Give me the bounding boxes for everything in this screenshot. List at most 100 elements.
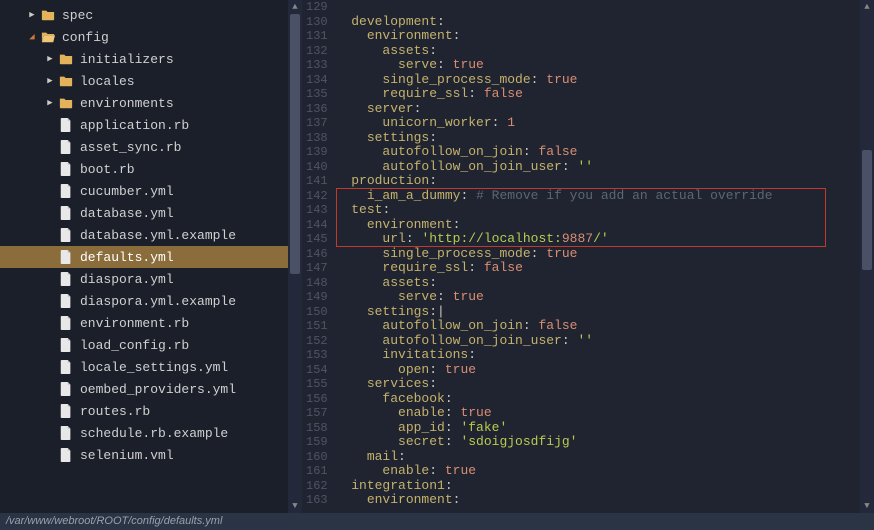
editor-scrollbar[interactable]: ▲ ▼ — [860, 0, 874, 513]
code-line[interactable]: i_am_a_dummy: # Remove if you add an act… — [336, 189, 874, 204]
tree-folder[interactable]: ▶ initializers — [0, 48, 302, 70]
chevron-right-icon[interactable]: ▶ — [44, 54, 56, 64]
scroll-down-arrow[interactable]: ▼ — [860, 499, 874, 513]
code-line[interactable]: serve: true — [336, 58, 874, 73]
code-line[interactable]: settings: — [336, 131, 874, 146]
line-number: 159 — [306, 435, 328, 450]
line-number: 145 — [306, 232, 328, 247]
tree-file[interactable]: database.yml.example — [0, 224, 302, 246]
tree-item-label: initializers — [80, 52, 174, 67]
code-line[interactable]: server: — [336, 102, 874, 117]
sidebar-scrollbar[interactable]: ▲ ▼ — [288, 0, 302, 513]
code-line[interactable]: autofollow_on_join_user: '' — [336, 334, 874, 349]
code-line[interactable]: integration1: — [336, 479, 874, 494]
tree-item-label: database.yml.example — [80, 228, 236, 243]
scroll-up-arrow[interactable]: ▲ — [860, 0, 874, 14]
line-number: 130 — [306, 15, 328, 30]
code-line[interactable]: require_ssl: false — [336, 87, 874, 102]
folder-icon — [58, 74, 74, 88]
tree-file[interactable]: diaspora.yml.example — [0, 290, 302, 312]
folder-icon — [40, 8, 56, 22]
code-line[interactable]: test: — [336, 203, 874, 218]
line-number: 136 — [306, 102, 328, 117]
tree-file[interactable]: boot.rb — [0, 158, 302, 180]
tree-file[interactable]: routes.rb — [0, 400, 302, 422]
sidebar-scrollbar-thumb[interactable] — [290, 14, 300, 274]
chevron-right-icon[interactable]: ▶ — [26, 10, 38, 20]
code-line[interactable]: environment: — [336, 493, 874, 508]
tree-file[interactable]: load_config.rb — [0, 334, 302, 356]
code-line[interactable]: unicorn_worker: 1 — [336, 116, 874, 131]
code-line[interactable]: url: 'http://localhost:9887/' — [336, 232, 874, 247]
code-line[interactable]: single_process_mode: true — [336, 247, 874, 262]
tree-folder[interactable]: ▶spec — [0, 4, 302, 26]
code-line[interactable]: assets: — [336, 44, 874, 59]
tree-file[interactable]: cucumber.yml — [0, 180, 302, 202]
line-number: 140 — [306, 160, 328, 175]
code-editor[interactable]: 1291301311321331341351361371381391401411… — [302, 0, 874, 513]
code-line[interactable]: production: — [336, 174, 874, 189]
code-line[interactable]: enable: true — [336, 406, 874, 421]
chevron-down-icon[interactable]: ◢ — [26, 32, 38, 42]
tree-folder[interactable]: ◢ config — [0, 26, 302, 48]
line-number: 135 — [306, 87, 328, 102]
tree-file[interactable]: environment.rb — [0, 312, 302, 334]
line-number: 152 — [306, 334, 328, 349]
code-line[interactable]: require_ssl: false — [336, 261, 874, 276]
tree-file[interactable]: locale_settings.yml — [0, 356, 302, 378]
code-line[interactable]: invitations: — [336, 348, 874, 363]
tree-file[interactable]: schedule.rb.example — [0, 422, 302, 444]
code-line[interactable]: settings:| — [336, 305, 874, 320]
code-content[interactable]: development: environment: assets: serve:… — [336, 0, 874, 513]
tree-item-label: defaults.yml — [80, 250, 174, 265]
code-line[interactable]: enable: true — [336, 464, 874, 479]
code-line[interactable]: environment: — [336, 29, 874, 44]
chevron-right-icon[interactable]: ▶ — [44, 98, 56, 108]
tree-item-label: application.rb — [80, 118, 189, 133]
tree-file[interactable]: database.yml — [0, 202, 302, 224]
editor-scrollbar-thumb[interactable] — [862, 150, 872, 270]
file-tree[interactable]: ▶spec◢config▶initializers▶locales▶enviro… — [0, 0, 302, 470]
tree-folder[interactable]: ▶environments — [0, 92, 302, 114]
tree-folder[interactable]: ▶locales — [0, 70, 302, 92]
code-line[interactable]: assets: — [336, 276, 874, 291]
code-line[interactable]: autofollow_on_join_user: '' — [336, 160, 874, 175]
tree-file[interactable]: diaspora.yml — [0, 268, 302, 290]
code-line[interactable]: app_id: 'fake' — [336, 421, 874, 436]
code-line[interactable]: development: — [336, 15, 874, 30]
line-number: 156 — [306, 392, 328, 407]
code-line[interactable]: secret: 'sdoigjosdfijg' — [336, 435, 874, 450]
tree-file[interactable]: oembed_providers.yml — [0, 378, 302, 400]
file-tree-sidebar[interactable]: ▶spec◢config▶initializers▶locales▶enviro… — [0, 0, 302, 513]
line-number: 132 — [306, 44, 328, 59]
code-line[interactable]: serve: true — [336, 290, 874, 305]
line-number: 129 — [306, 0, 328, 15]
line-number: 137 — [306, 116, 328, 131]
tree-item-label: asset_sync.rb — [80, 140, 181, 155]
code-line[interactable]: mail: — [336, 450, 874, 465]
line-number: 151 — [306, 319, 328, 334]
scroll-up-arrow[interactable]: ▲ — [288, 0, 302, 14]
code-line[interactable]: autofollow_on_join: false — [336, 145, 874, 160]
tree-file[interactable]: asset_sync.rb — [0, 136, 302, 158]
code-line[interactable]: autofollow_on_join: false — [336, 319, 874, 334]
file-icon — [58, 162, 74, 176]
file-icon — [58, 338, 74, 352]
tree-item-label: config — [62, 30, 109, 45]
code-line[interactable]: open: true — [336, 363, 874, 378]
line-number: 148 — [306, 276, 328, 291]
tree-file[interactable]: application.rb — [0, 114, 302, 136]
code-line[interactable] — [336, 0, 874, 15]
code-line[interactable]: single_process_mode: true — [336, 73, 874, 88]
code-line[interactable]: services: — [336, 377, 874, 392]
tree-item-label: cucumber.yml — [80, 184, 174, 199]
code-line[interactable]: environment: — [336, 218, 874, 233]
code-line[interactable]: facebook: — [336, 392, 874, 407]
scroll-down-arrow[interactable]: ▼ — [288, 499, 302, 513]
tree-file[interactable]: selenium.vml — [0, 444, 302, 466]
status-path: /var/www/webroot/ROOT/config/defaults.ym… — [6, 515, 222, 527]
line-number: 158 — [306, 421, 328, 436]
tree-file[interactable]: defaults.yml — [0, 246, 302, 268]
chevron-right-icon[interactable]: ▶ — [44, 76, 56, 86]
tree-item-label: boot.rb — [80, 162, 135, 177]
